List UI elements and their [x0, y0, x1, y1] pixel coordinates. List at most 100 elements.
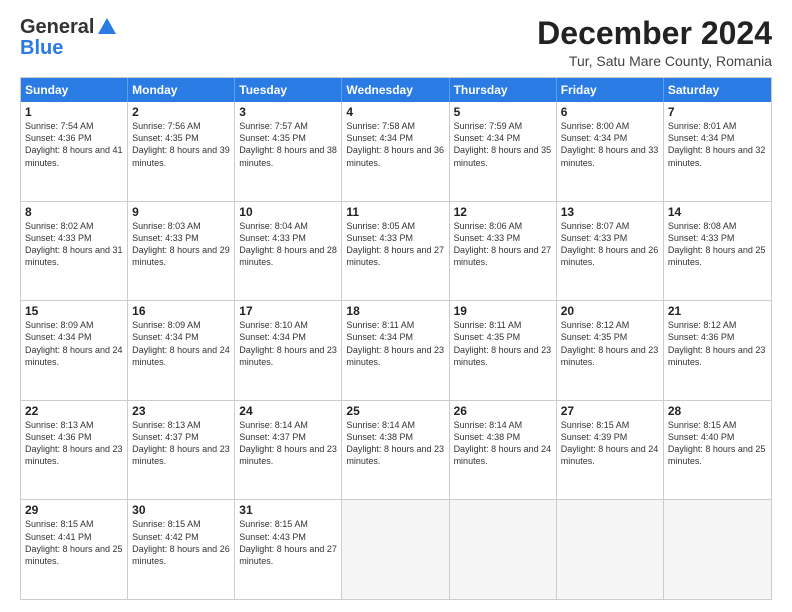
day-info: Sunrise: 8:08 AMSunset: 4:33 PMDaylight:…	[668, 220, 767, 269]
day-info: Sunrise: 7:56 AMSunset: 4:35 PMDaylight:…	[132, 120, 230, 169]
day-info: Sunrise: 8:11 AMSunset: 4:35 PMDaylight:…	[454, 319, 552, 368]
day-info: Sunrise: 8:15 AMSunset: 4:41 PMDaylight:…	[25, 518, 123, 567]
day-info: Sunrise: 8:13 AMSunset: 4:37 PMDaylight:…	[132, 419, 230, 468]
calendar-cell: 15Sunrise: 8:09 AMSunset: 4:34 PMDayligh…	[21, 301, 128, 400]
day-number: 4	[346, 105, 444, 119]
day-number: 13	[561, 205, 659, 219]
weekday-header: Thursday	[450, 78, 557, 102]
day-info: Sunrise: 8:14 AMSunset: 4:37 PMDaylight:…	[239, 419, 337, 468]
calendar-row: 8Sunrise: 8:02 AMSunset: 4:33 PMDaylight…	[21, 201, 771, 301]
calendar-cell: 1Sunrise: 7:54 AMSunset: 4:36 PMDaylight…	[21, 102, 128, 201]
calendar-cell: 7Sunrise: 8:01 AMSunset: 4:34 PMDaylight…	[664, 102, 771, 201]
calendar-cell: 16Sunrise: 8:09 AMSunset: 4:34 PMDayligh…	[128, 301, 235, 400]
calendar-cell: 28Sunrise: 8:15 AMSunset: 4:40 PMDayligh…	[664, 401, 771, 500]
day-info: Sunrise: 8:00 AMSunset: 4:34 PMDaylight:…	[561, 120, 659, 169]
day-number: 8	[25, 205, 123, 219]
calendar-cell: 24Sunrise: 8:14 AMSunset: 4:37 PMDayligh…	[235, 401, 342, 500]
day-number: 24	[239, 404, 337, 418]
calendar-cell: 2Sunrise: 7:56 AMSunset: 4:35 PMDaylight…	[128, 102, 235, 201]
day-number: 11	[346, 205, 444, 219]
day-number: 2	[132, 105, 230, 119]
calendar-cell: 18Sunrise: 8:11 AMSunset: 4:34 PMDayligh…	[342, 301, 449, 400]
weekday-header: Saturday	[664, 78, 771, 102]
day-number: 19	[454, 304, 552, 318]
header: General Blue December 2024 Tur, Satu Mar…	[20, 16, 772, 69]
day-number: 7	[668, 105, 767, 119]
calendar-cell: 6Sunrise: 8:00 AMSunset: 4:34 PMDaylight…	[557, 102, 664, 201]
calendar-cell: 3Sunrise: 7:57 AMSunset: 4:35 PMDaylight…	[235, 102, 342, 201]
calendar-cell: 27Sunrise: 8:15 AMSunset: 4:39 PMDayligh…	[557, 401, 664, 500]
day-number: 25	[346, 404, 444, 418]
day-info: Sunrise: 8:12 AMSunset: 4:35 PMDaylight:…	[561, 319, 659, 368]
calendar-cell	[557, 500, 664, 599]
day-info: Sunrise: 7:59 AMSunset: 4:34 PMDaylight:…	[454, 120, 552, 169]
day-info: Sunrise: 8:14 AMSunset: 4:38 PMDaylight:…	[454, 419, 552, 468]
day-info: Sunrise: 8:06 AMSunset: 4:33 PMDaylight:…	[454, 220, 552, 269]
day-number: 1	[25, 105, 123, 119]
calendar-cell: 5Sunrise: 7:59 AMSunset: 4:34 PMDaylight…	[450, 102, 557, 201]
calendar-cell: 20Sunrise: 8:12 AMSunset: 4:35 PMDayligh…	[557, 301, 664, 400]
day-number: 9	[132, 205, 230, 219]
calendar-cell: 17Sunrise: 8:10 AMSunset: 4:34 PMDayligh…	[235, 301, 342, 400]
day-number: 29	[25, 503, 123, 517]
day-info: Sunrise: 8:02 AMSunset: 4:33 PMDaylight:…	[25, 220, 123, 269]
page: General Blue December 2024 Tur, Satu Mar…	[0, 0, 792, 612]
day-info: Sunrise: 8:09 AMSunset: 4:34 PMDaylight:…	[25, 319, 123, 368]
day-number: 10	[239, 205, 337, 219]
calendar-cell	[664, 500, 771, 599]
day-number: 18	[346, 304, 444, 318]
day-number: 3	[239, 105, 337, 119]
day-info: Sunrise: 8:12 AMSunset: 4:36 PMDaylight:…	[668, 319, 767, 368]
title-block: December 2024 Tur, Satu Mare County, Rom…	[537, 16, 772, 69]
calendar-cell: 14Sunrise: 8:08 AMSunset: 4:33 PMDayligh…	[664, 202, 771, 301]
calendar-cell: 11Sunrise: 8:05 AMSunset: 4:33 PMDayligh…	[342, 202, 449, 301]
calendar-row: 22Sunrise: 8:13 AMSunset: 4:36 PMDayligh…	[21, 400, 771, 500]
day-number: 23	[132, 404, 230, 418]
day-info: Sunrise: 7:57 AMSunset: 4:35 PMDaylight:…	[239, 120, 337, 169]
day-number: 30	[132, 503, 230, 517]
calendar-cell: 25Sunrise: 8:14 AMSunset: 4:38 PMDayligh…	[342, 401, 449, 500]
day-number: 20	[561, 304, 659, 318]
day-number: 22	[25, 404, 123, 418]
calendar-row: 1Sunrise: 7:54 AMSunset: 4:36 PMDaylight…	[21, 102, 771, 201]
day-number: 17	[239, 304, 337, 318]
calendar-cell: 19Sunrise: 8:11 AMSunset: 4:35 PMDayligh…	[450, 301, 557, 400]
calendar-cell: 8Sunrise: 8:02 AMSunset: 4:33 PMDaylight…	[21, 202, 128, 301]
calendar-row: 29Sunrise: 8:15 AMSunset: 4:41 PMDayligh…	[21, 499, 771, 599]
day-number: 26	[454, 404, 552, 418]
day-info: Sunrise: 8:15 AMSunset: 4:39 PMDaylight:…	[561, 419, 659, 468]
calendar-cell: 31Sunrise: 8:15 AMSunset: 4:43 PMDayligh…	[235, 500, 342, 599]
day-number: 28	[668, 404, 767, 418]
month-title: December 2024	[537, 16, 772, 51]
calendar: SundayMondayTuesdayWednesdayThursdayFrid…	[20, 77, 772, 600]
day-number: 15	[25, 304, 123, 318]
calendar-cell: 29Sunrise: 8:15 AMSunset: 4:41 PMDayligh…	[21, 500, 128, 599]
calendar-cell: 9Sunrise: 8:03 AMSunset: 4:33 PMDaylight…	[128, 202, 235, 301]
day-number: 6	[561, 105, 659, 119]
day-info: Sunrise: 8:09 AMSunset: 4:34 PMDaylight:…	[132, 319, 230, 368]
day-info: Sunrise: 7:58 AMSunset: 4:34 PMDaylight:…	[346, 120, 444, 169]
calendar-body: 1Sunrise: 7:54 AMSunset: 4:36 PMDaylight…	[21, 102, 771, 599]
calendar-cell: 23Sunrise: 8:13 AMSunset: 4:37 PMDayligh…	[128, 401, 235, 500]
day-info: Sunrise: 8:14 AMSunset: 4:38 PMDaylight:…	[346, 419, 444, 468]
calendar-cell: 21Sunrise: 8:12 AMSunset: 4:36 PMDayligh…	[664, 301, 771, 400]
day-info: Sunrise: 8:10 AMSunset: 4:34 PMDaylight:…	[239, 319, 337, 368]
day-number: 21	[668, 304, 767, 318]
logo-icon	[96, 16, 118, 38]
day-info: Sunrise: 8:07 AMSunset: 4:33 PMDaylight:…	[561, 220, 659, 269]
calendar-cell: 26Sunrise: 8:14 AMSunset: 4:38 PMDayligh…	[450, 401, 557, 500]
day-number: 5	[454, 105, 552, 119]
day-number: 12	[454, 205, 552, 219]
calendar-cell	[342, 500, 449, 599]
day-info: Sunrise: 8:05 AMSunset: 4:33 PMDaylight:…	[346, 220, 444, 269]
day-info: Sunrise: 8:04 AMSunset: 4:33 PMDaylight:…	[239, 220, 337, 269]
day-number: 16	[132, 304, 230, 318]
calendar-cell: 4Sunrise: 7:58 AMSunset: 4:34 PMDaylight…	[342, 102, 449, 201]
day-info: Sunrise: 8:15 AMSunset: 4:43 PMDaylight:…	[239, 518, 337, 567]
calendar-cell: 12Sunrise: 8:06 AMSunset: 4:33 PMDayligh…	[450, 202, 557, 301]
day-number: 14	[668, 205, 767, 219]
calendar-row: 15Sunrise: 8:09 AMSunset: 4:34 PMDayligh…	[21, 300, 771, 400]
weekday-header: Tuesday	[235, 78, 342, 102]
calendar-cell	[450, 500, 557, 599]
day-info: Sunrise: 8:01 AMSunset: 4:34 PMDaylight:…	[668, 120, 767, 169]
